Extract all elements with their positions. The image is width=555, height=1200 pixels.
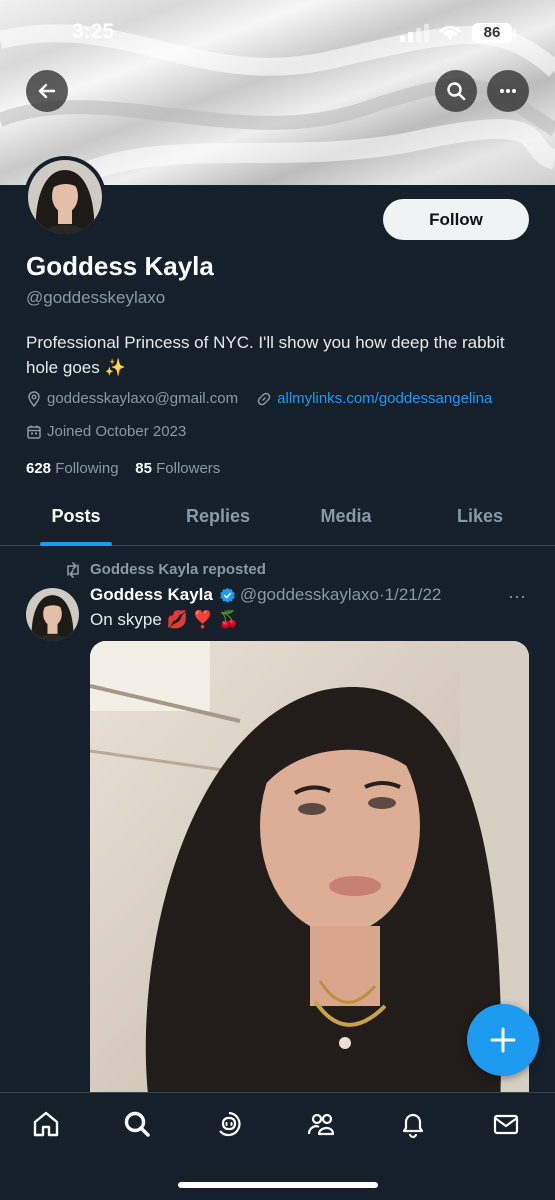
tab-media[interactable]: Media [303, 506, 389, 527]
tab-indicator [40, 542, 112, 546]
post-author-handle: @goddesskaylaxo [239, 585, 379, 604]
search-button[interactable] [435, 70, 477, 112]
compose-post-button[interactable] [467, 1004, 539, 1076]
search-icon[interactable] [122, 1109, 152, 1139]
more-options-button[interactable] [487, 70, 529, 112]
follow-counts: 628 Following 85 Followers [26, 460, 220, 477]
signal-icon [400, 24, 429, 42]
calendar-icon [27, 425, 41, 439]
post-author-name[interactable]: Goddess Kayla [90, 585, 213, 605]
profile-joined-row: Joined October 2023 [26, 423, 186, 440]
profile-website-link[interactable]: allmylinks.com/goddessangelina [277, 390, 492, 407]
status-bar: 3:25 86 [0, 0, 555, 66]
home-icon[interactable] [31, 1109, 61, 1139]
communities-icon[interactable] [306, 1109, 336, 1139]
following-link[interactable]: 628 Following [26, 460, 119, 477]
followers-link[interactable]: 85 Followers [135, 460, 220, 477]
post-text: On skype 💋 ❣️ 🍒 [90, 610, 240, 629]
arrow-left-icon [38, 83, 56, 99]
repost-indicator: Goddess Kayla reposted [64, 561, 266, 578]
tab-likes[interactable]: Likes [440, 506, 520, 527]
more-horizontal-icon [500, 89, 516, 93]
notifications-icon[interactable] [398, 1109, 428, 1139]
status-time: 3:25 [72, 20, 115, 43]
profile-handle: @goddesskeylaxo [26, 288, 166, 307]
profile-joined: Joined October 2023 [47, 423, 187, 440]
profile-avatar[interactable] [24, 156, 106, 238]
battery-indicator: 86 [472, 23, 516, 43]
tab-posts[interactable]: Posts [40, 506, 112, 527]
post-header: Goddess Kayla @goddesskaylaxo · 1/21/22 [90, 585, 441, 605]
location-pin-icon [28, 390, 40, 407]
post-more-icon[interactable]: ··· [508, 586, 526, 607]
home-indicator [178, 1182, 378, 1188]
profile-meta-row: goddesskaylaxo@gmail.com allmylinks.com/… [26, 390, 492, 407]
tab-replies[interactable]: Replies [172, 506, 264, 527]
plus-icon [490, 1027, 516, 1053]
post-media-image[interactable] [90, 641, 529, 1111]
search-icon [447, 82, 466, 101]
back-button[interactable] [26, 70, 68, 112]
post-avatar[interactable] [26, 588, 79, 641]
profile-bio: Professional Princess of NYC. I'll show … [26, 333, 505, 377]
profile-name: Goddess Kayla [26, 251, 214, 281]
wifi-icon [439, 25, 461, 40]
link-icon [257, 392, 271, 405]
messages-icon[interactable] [491, 1109, 521, 1139]
profile-email: goddesskaylaxo@gmail.com [47, 390, 239, 407]
repost-icon [67, 561, 79, 578]
verified-badge-icon [220, 587, 235, 603]
follow-button[interactable]: Follow [383, 199, 529, 240]
profile-tabs: Posts Replies Media Likes [0, 490, 555, 546]
post-date: 1/21/22 [384, 585, 442, 604]
grok-icon[interactable] [214, 1109, 244, 1139]
